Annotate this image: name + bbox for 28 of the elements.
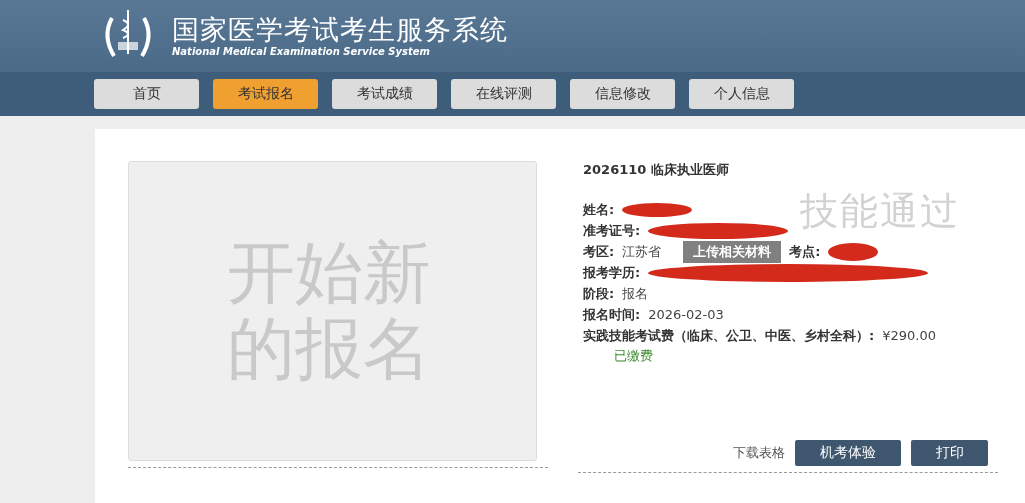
fee-amount: ¥290.00: [882, 328, 936, 343]
field-label: 实践技能考试费（临床、公卫、中医、乡村全科）:: [583, 326, 875, 345]
nav-tab[interactable]: 信息修改: [570, 79, 675, 109]
payment-status: 已缴费: [614, 347, 653, 365]
field-value: 江苏省: [622, 242, 662, 261]
field-label: 考区:: [583, 242, 615, 261]
field-label: 报考学历:: [583, 263, 641, 282]
field-value: 报名: [622, 284, 649, 303]
exam-title: 2026110 临床执业医师: [583, 161, 730, 179]
redaction-mark: [622, 202, 693, 217]
nav-tab[interactable]: 考试成绩: [332, 79, 437, 109]
site-title: 国家医学考试考生服务系统: [172, 14, 508, 46]
field-value: 2026-02-03: [648, 307, 724, 322]
nav-tab[interactable]: 个人信息: [689, 79, 794, 109]
action-button[interactable]: 机考体验: [795, 440, 901, 466]
field-label: 阶段:: [583, 284, 615, 303]
nav-tab[interactable]: 考试报名: [213, 79, 318, 109]
site-subtitle: National Medical Examination Service System: [172, 46, 431, 58]
field-label: 报名时间:: [583, 305, 641, 324]
nav-tab[interactable]: 在线评测: [451, 79, 556, 109]
redaction-mark: [828, 242, 879, 261]
nav-tab[interactable]: 首页: [94, 79, 199, 109]
field-label: 考点:: [789, 242, 821, 261]
download-link[interactable]: 下载表格: [733, 444, 785, 462]
field-label: 准考证号:: [583, 221, 641, 240]
upload-button[interactable]: 上传相关材料: [683, 240, 782, 263]
action-button[interactable]: 打印: [911, 440, 988, 466]
field-label: 姓名:: [583, 200, 615, 219]
